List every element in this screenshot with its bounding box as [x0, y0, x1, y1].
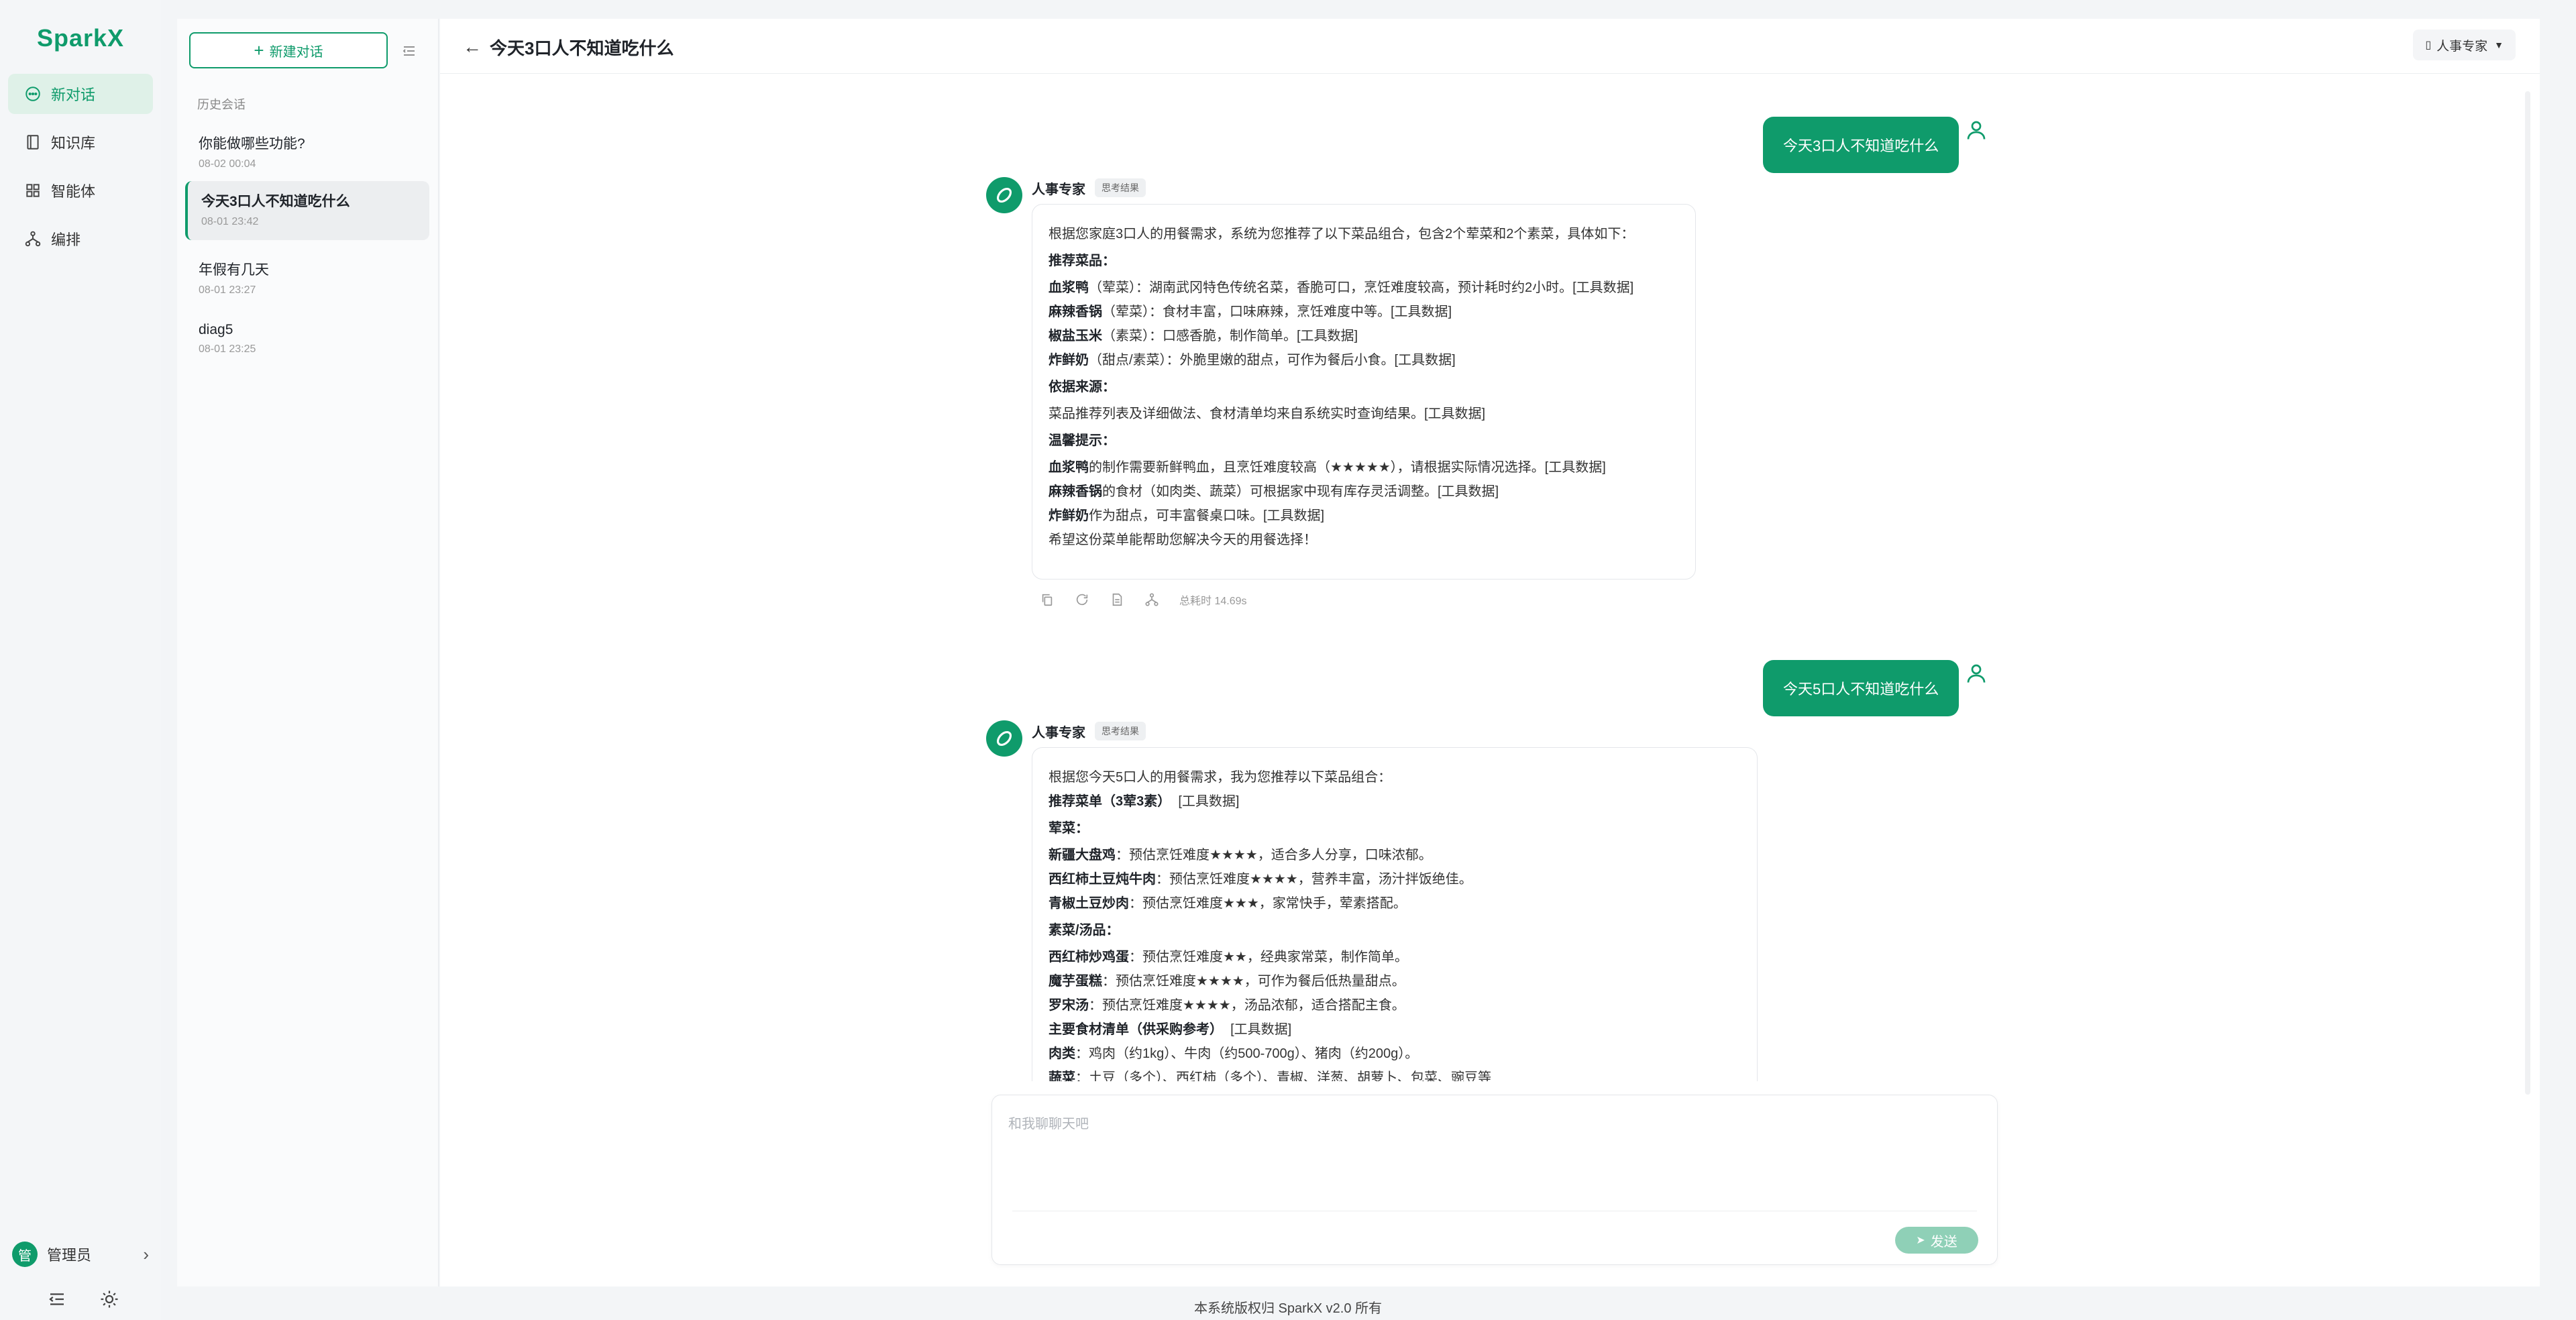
doc-icon: ▯ [2425, 40, 2432, 51]
nav-item-label: 智能体 [51, 183, 96, 200]
bot-name: 人事专家 [1032, 726, 1085, 740]
chevron-right-icon: › [143, 1244, 149, 1264]
list-item: 蔬菜：土豆（多个）、西红柿（多个）、青椒、洋葱、胡萝卜、包菜、豌豆等 [1049, 1070, 1491, 1081]
list-item: 椒盐玉米（素菜）：口感香脆，制作简单。[工具数据] [1049, 329, 1358, 343]
send-icon: ➤ [1916, 1235, 1925, 1246]
avatar: 管 [12, 1242, 38, 1267]
collapse-sidebar-icon[interactable] [401, 43, 417, 59]
flow-icon [24, 230, 42, 248]
page-title: 今天3口人不知道吃什么 [490, 38, 674, 58]
send-button[interactable]: ➤ 发送 [1895, 1227, 1978, 1254]
reply-outro: 希望这份菜单能帮助您解决今天的用餐选择！ [1049, 533, 1317, 547]
think-result-tag[interactable]: 思考结果 [1095, 178, 1146, 197]
user-message: 今天3口人不知道吃什么 [1763, 117, 1960, 173]
elapsed-time: 总耗时 14.69s [1179, 596, 1247, 607]
history-item[interactable]: 你能做哪些功能? 08-02 00:04 [185, 123, 429, 182]
user-name: 管理员 [47, 1247, 92, 1264]
caret-down-icon: ▼ [2494, 40, 2504, 50]
list-item: 血浆鸭（荤菜）：湖南武冈特色传统名菜，香脆可口，烹饪难度较高，预计耗时约2小时。… [1049, 280, 1634, 295]
history-item-title: 你能做哪些功能? [199, 136, 305, 152]
chat-scrollbar[interactable] [2525, 91, 2530, 1095]
list-item: 青椒土豆炒肉：预估烹饪难度★★★，家常快手，荤素搭配。 [1049, 896, 1407, 911]
nav-item-label: 编排 [51, 231, 81, 248]
list-item: 麻辣香锅的食材（如肉类、蔬菜）可根据家中现有库存灵活调整。[工具数据] [1049, 484, 1499, 499]
list-item: 西红柿炒鸡蛋：预估烹饪难度★★，经典家常菜，制作简单。 [1049, 950, 1408, 965]
history-item-date: 08-01 23:42 [201, 216, 259, 227]
list-item: 西红柿土豆炖牛肉：预估烹饪难度★★★★，营养丰富，汤汁拌饭绝佳。 [1049, 872, 1472, 887]
history-item-title: diag5 [199, 322, 233, 337]
list-item: 血浆鸭的制作需要新鲜鸭血，且烹饪难度较高（★★★★★），请根据实际情况选择。[工… [1049, 460, 1606, 475]
grid-icon [24, 182, 42, 199]
list-item: 炸鲜奶（甜点/素菜）：外脆里嫩的甜点，可作为餐后小食。[工具数据] [1049, 353, 1456, 368]
send-label: 发送 [1930, 1234, 1957, 1250]
back-arrow-icon[interactable]: ← [463, 36, 482, 58]
document-icon[interactable] [1110, 592, 1124, 607]
think-result-tag[interactable]: 思考结果 [1095, 722, 1146, 740]
refresh-icon[interactable] [1075, 592, 1089, 607]
history-sidebar: + 新建对话 历史会话 你能做哪些功能? 08-02 00:04 今天3口人不知… [177, 19, 439, 1286]
bot-reply-bubble: 根据您今天5口人的用餐需求，我为您推荐以下菜品组合： 推荐菜单（3荤3素） [工… [1032, 747, 1758, 1081]
bot-avatar [986, 720, 1022, 757]
list-item: 新疆大盘鸡：预估烹饪难度★★★★，适合多人分享，口味浓郁。 [1049, 848, 1432, 863]
reply-heading: 温馨提示： [1049, 433, 1116, 448]
reply-actions: 总耗时 14.69s [1040, 592, 1247, 608]
main-panel: ← 今天3口人不知道吃什么 ▯ 人事专家 ▼ 今天3口人不知道吃什么 人事专家 … [440, 19, 2540, 1286]
copy-icon[interactable] [1040, 592, 1055, 607]
reply-heading: 依据来源： [1049, 380, 1116, 394]
nav-item-new-chat[interactable]: 新对话 [8, 74, 153, 114]
agent-select-value: 人事专家 [2436, 39, 2488, 54]
history-title: 历史会话 [197, 98, 246, 111]
flow-icon[interactable] [1144, 592, 1159, 607]
nav-item-knowledge[interactable]: 知识库 [8, 122, 153, 162]
composer: ➤ 发送 [991, 1095, 1998, 1265]
history-item[interactable]: 年假有几天 08-01 23:27 [185, 250, 429, 309]
chat-icon [24, 85, 42, 103]
list-item: 魔芋蛋糕：预估烹饪难度★★★★，可作为餐后低热量甜点。 [1049, 974, 1405, 989]
list-item: 罗宋汤：预估烹饪难度★★★★，汤品浓郁，适合搭配主食。 [1049, 998, 1405, 1013]
history-item-active[interactable]: 今天3口人不知道吃什么 08-01 23:42 [185, 181, 429, 240]
user-menu[interactable]: 管 管理员 › [12, 1240, 149, 1269]
new-chat-button[interactable]: + 新建对话 [189, 32, 388, 68]
bot-avatar [986, 177, 1022, 213]
reply-heading: 主要食材清单（供采购参考） [工具数据] [1049, 1022, 1292, 1037]
book-icon [24, 133, 42, 151]
bot-reply-bubble: 根据您家庭3口人的用餐需求，系统为您推荐了以下菜品组合，包含2个荤菜和2个素菜，… [1032, 204, 1696, 580]
list-item: 肉类：鸡肉（约1kg）、牛肉（约500-700g）、猪肉（约200g）。 [1049, 1046, 1419, 1061]
history-item-date: 08-01 23:27 [199, 284, 256, 296]
history-item-date: 08-02 00:04 [199, 158, 256, 170]
reply-heading: 推荐菜品： [1049, 254, 1116, 268]
user-avatar-icon [1964, 661, 1988, 685]
app-logo: SparkX [36, 24, 125, 52]
footer-copyright: 本系统版权归 SparkX v2.0 所有 [1193, 1301, 1383, 1316]
left-nav: SparkX 新对话 知识库 智能体 编排 管 管理员 › [0, 0, 161, 1320]
reply-intro: 根据您今天5口人的用餐需求，我为您推荐以下菜品组合： [1049, 770, 1392, 785]
nav-item-orchestration[interactable]: 编排 [8, 219, 153, 259]
user-avatar-icon [1964, 118, 1988, 142]
history-item-title: 年假有几天 [199, 262, 269, 278]
plus-icon: + [254, 40, 264, 60]
message-input[interactable] [1008, 1113, 1974, 1200]
agent-select[interactable]: ▯ 人事专家 ▼ [2413, 30, 2516, 60]
nav-item-label: 知识库 [51, 135, 96, 152]
new-chat-label: 新建对话 [269, 44, 323, 60]
nav-item-label: 新对话 [51, 87, 96, 103]
reply-intro: 根据您家庭3口人的用餐需求，系统为您推荐了以下菜品组合，包含2个荤菜和2个素菜，… [1049, 227, 1635, 241]
reply-source: 菜品推荐列表及详细做法、食材清单均来自系统实时查询结果。[工具数据] [1049, 406, 1486, 421]
leaf-icon [996, 187, 1012, 203]
history-item-title: 今天3口人不知道吃什么 [201, 194, 350, 209]
leaf-icon [996, 730, 1012, 747]
chat-area: 今天3口人不知道吃什么 人事专家 思考结果 根据您家庭3口人的用餐需求，系统为您… [440, 75, 2540, 1081]
reply-heading: 素菜/汤品： [1049, 923, 1120, 938]
reply-heading: 荤菜： [1049, 821, 1089, 836]
topbar: ← 今天3口人不知道吃什么 ▯ 人事专家 ▼ [440, 19, 2540, 74]
nav-item-agents[interactable]: 智能体 [8, 170, 153, 211]
reply-heading: 推荐菜单（3荤3素） [工具数据] [1049, 794, 1240, 809]
history-item-date: 08-01 23:25 [199, 343, 256, 355]
user-message: 今天5口人不知道吃什么 [1763, 660, 1960, 716]
history-item[interactable]: diag5 08-01 23:25 [185, 313, 429, 372]
list-item: 麻辣香锅（荤菜）：食材丰富，口味麻辣，烹饪难度中等。[工具数据] [1049, 305, 1452, 319]
bot-name: 人事专家 [1032, 182, 1085, 197]
list-item: 炸鲜奶作为甜点，可丰富餐桌口味。[工具数据] [1049, 508, 1325, 523]
